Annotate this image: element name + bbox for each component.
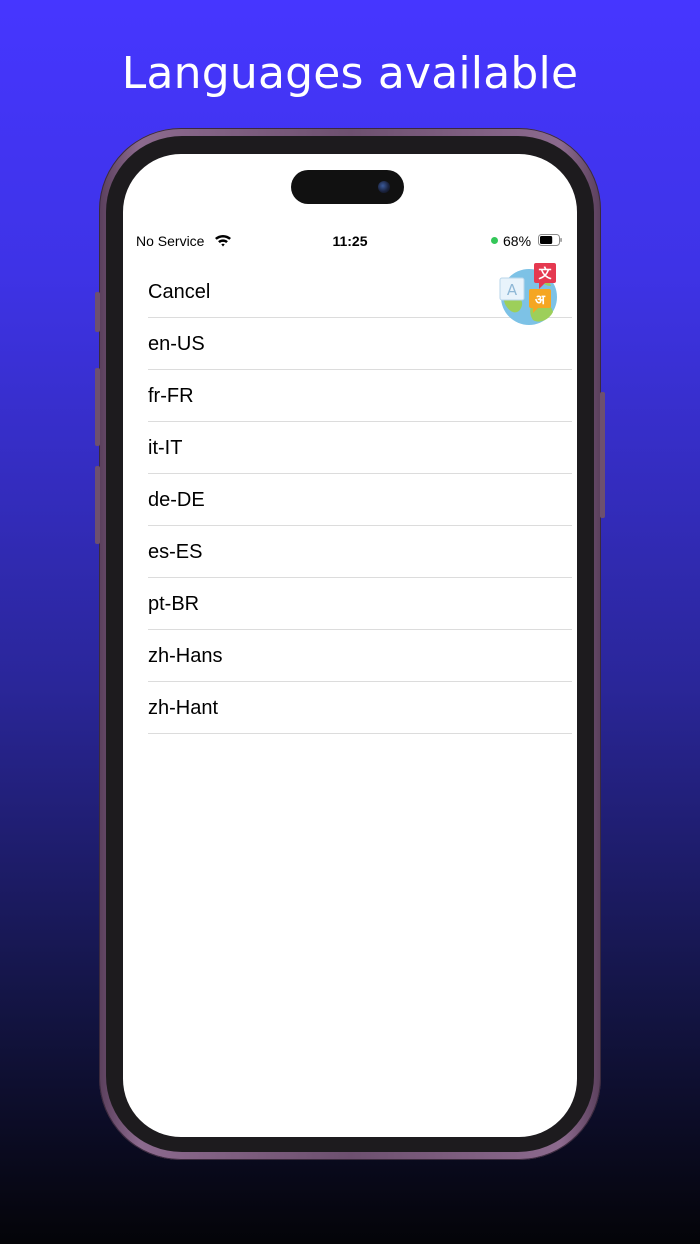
volume-down-button [95, 466, 100, 544]
battery-percent: 68% [503, 233, 532, 249]
battery-icon [538, 234, 562, 246]
language-list: Cancel en-US fr-FR it-IT de-DE es-ES pt-… [148, 266, 572, 734]
volume-up-button [95, 368, 100, 446]
list-item-fr-fr[interactable]: fr-FR [148, 370, 572, 422]
page-headline: Languages available [121, 48, 579, 99]
list-item-label: it-IT [148, 437, 183, 459]
list-item-label: de-DE [148, 489, 205, 511]
hindi-glyph: अ [535, 293, 546, 308]
list-item-label: zh-Hans [148, 645, 223, 667]
status-bar: No Service 11:25 68% [123, 232, 577, 252]
cancel-button[interactable]: Cancel [148, 281, 210, 304]
privacy-indicator-dot [491, 237, 498, 244]
list-item-es-es[interactable]: es-ES [148, 526, 572, 578]
list-item-label: es-ES [148, 541, 203, 563]
camera-icon [378, 181, 390, 193]
list-item-zh-hans[interactable]: zh-Hans [148, 630, 572, 682]
list-item-pt-br[interactable]: pt-BR [148, 578, 572, 630]
list-item-label: fr-FR [148, 385, 194, 407]
list-item-zh-hant[interactable]: zh-Hant [148, 682, 572, 734]
chinese-glyph: 文 [538, 266, 552, 282]
letter-a-glyph: A [507, 281, 518, 299]
action-button [95, 292, 100, 332]
dynamic-island [291, 170, 404, 204]
power-button [600, 392, 605, 518]
list-item-it-it[interactable]: it-IT [148, 422, 572, 474]
list-item-label: en-US [148, 333, 205, 355]
phone-screen: No Service 11:25 68% Cancel en-US fr-FR … [123, 154, 577, 1137]
list-item-de-de[interactable]: de-DE [148, 474, 572, 526]
list-item-label: pt-BR [148, 593, 200, 615]
list-item-label: zh-Hant [148, 697, 219, 719]
translate-globe-icon: A 文 अ [499, 263, 557, 325]
